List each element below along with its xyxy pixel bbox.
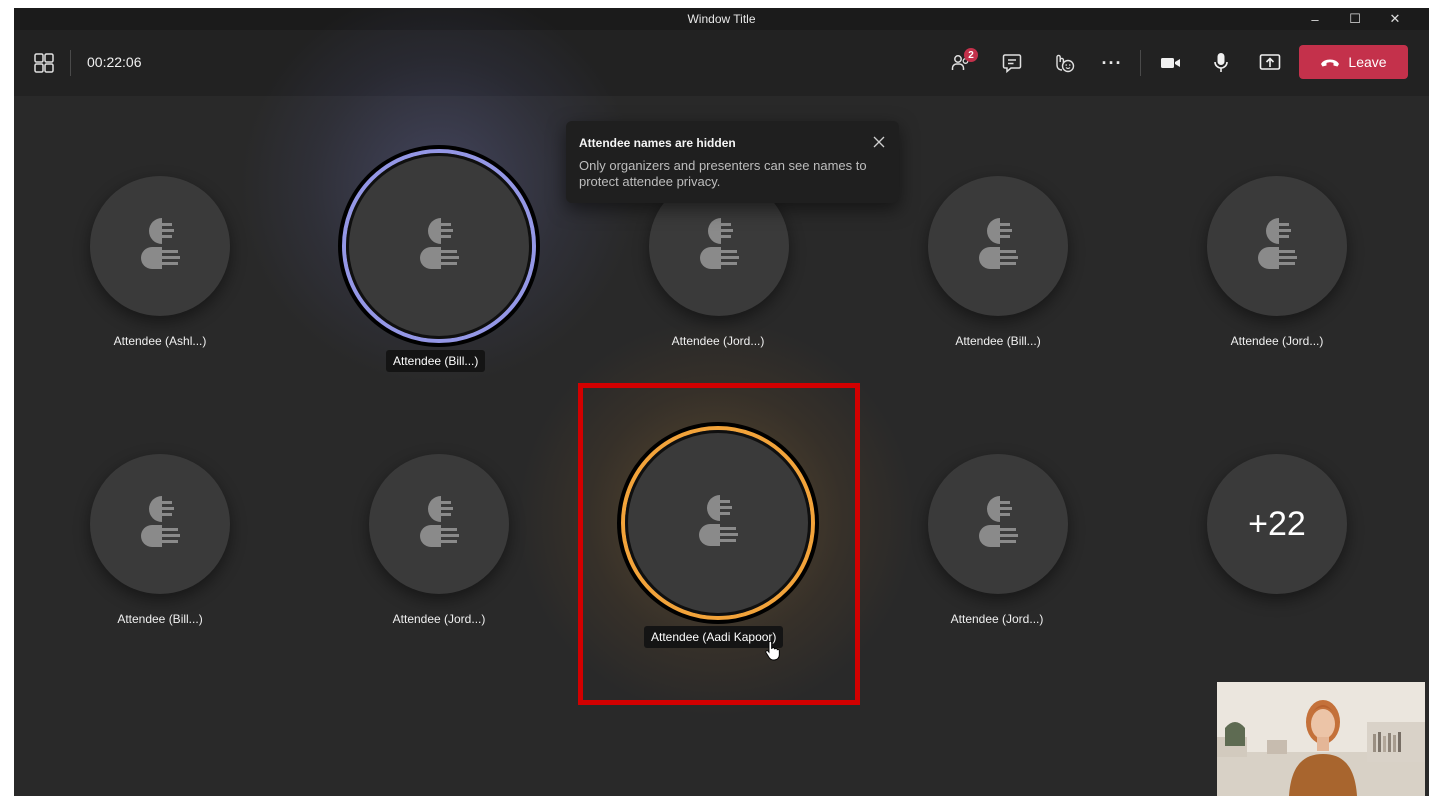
attendee-name: Attendee (Jord...) [950,612,1044,626]
microphone-button[interactable] [1206,48,1236,78]
leave-button[interactable]: Leave [1299,45,1408,79]
participant-gallery: Attendee (Ashl...) Attendee (Bill...) At… [14,8,1429,796]
attendee-avatar-speaking[interactable] [621,426,815,620]
speaking-ring [346,153,532,339]
maximize-button[interactable]: ☐ [1335,8,1375,30]
tooltip-title: Attendee names are hidden [579,136,736,150]
attendee-avatar[interactable] [928,454,1068,594]
phone-hangup-icon [1321,59,1340,67]
attendee-name: Attendee (Jord...) [671,334,765,348]
close-button[interactable]: ✕ [1375,8,1415,30]
attendee-icon [141,496,180,547]
attendee-name: Attendee (Bill...) [117,612,203,626]
minimize-button[interactable]: – [1295,8,1335,30]
attendee-icon [979,496,1018,547]
names-hidden-tooltip: Attendee names are hidden Only organizer… [566,121,899,203]
share-screen-icon [1259,54,1281,70]
reactions-button[interactable] [1049,48,1079,78]
title-bar: Window Title – ☐ ✕ [14,8,1429,30]
attendee-name-chip: Attendee (Bill...) [386,350,486,372]
self-video-image [1217,682,1425,796]
meeting-window: Window Title – ☐ ✕ 00:22:06 2 ··· Leave … [14,8,1429,796]
camera-icon [1161,58,1180,68]
participants-count-badge: 2 [964,48,978,62]
meeting-timer: 00:22:06 [87,54,142,70]
attendee-name: Attendee (Jord...) [392,612,486,626]
share-screen-button[interactable] [1255,48,1285,78]
meeting-toolbar: 00:22:06 2 ··· Leave [14,30,1429,96]
window-title: Window Title [687,12,756,26]
close-icon [873,136,885,148]
tooltip-close-button[interactable] [870,133,888,151]
leave-button-label: Leave [1348,54,1387,70]
layout-button[interactable] [30,49,58,77]
overflow-participants-button[interactable]: +22 [1207,454,1347,594]
attendee-icon [1258,218,1297,269]
attendee-icon [979,218,1018,269]
attendee-avatar[interactable] [90,176,230,316]
layout-grid-icon [34,53,54,73]
hand-pointer-cursor-icon [765,641,780,661]
attendee-avatar[interactable] [369,454,509,594]
attendee-icon [420,496,459,547]
attendee-name: Attendee (Bill...) [955,334,1041,348]
self-video-preview[interactable] [1217,682,1425,796]
attendee-name: Attendee (Jord...) [1230,334,1324,348]
toolbar-divider [70,50,71,76]
chat-button[interactable] [997,48,1027,78]
camera-button[interactable] [1156,48,1186,78]
toolbar-divider [1140,50,1141,76]
attendee-icon [141,218,180,269]
participants-button[interactable]: 2 [946,48,978,78]
reactions-icon [1056,54,1075,73]
chat-icon [1002,54,1022,74]
microphone-icon [1214,53,1228,72]
attendee-name-chip[interactable]: Attendee (Aadi Kapoor) [644,626,784,648]
tooltip-body: Only organizers and presenters can see n… [579,158,867,189]
attendee-avatar[interactable] [90,454,230,594]
more-options-button[interactable]: ··· [1097,48,1127,78]
overflow-count: +22 [1248,504,1306,543]
attendee-icon [700,218,739,269]
attendee-avatar-speaking[interactable] [342,149,536,343]
attendee-name: Attendee (Ashl...) [113,334,207,348]
attendee-avatar[interactable] [928,176,1068,316]
attendee-avatar[interactable] [1207,176,1347,316]
speaking-ring [625,430,811,616]
